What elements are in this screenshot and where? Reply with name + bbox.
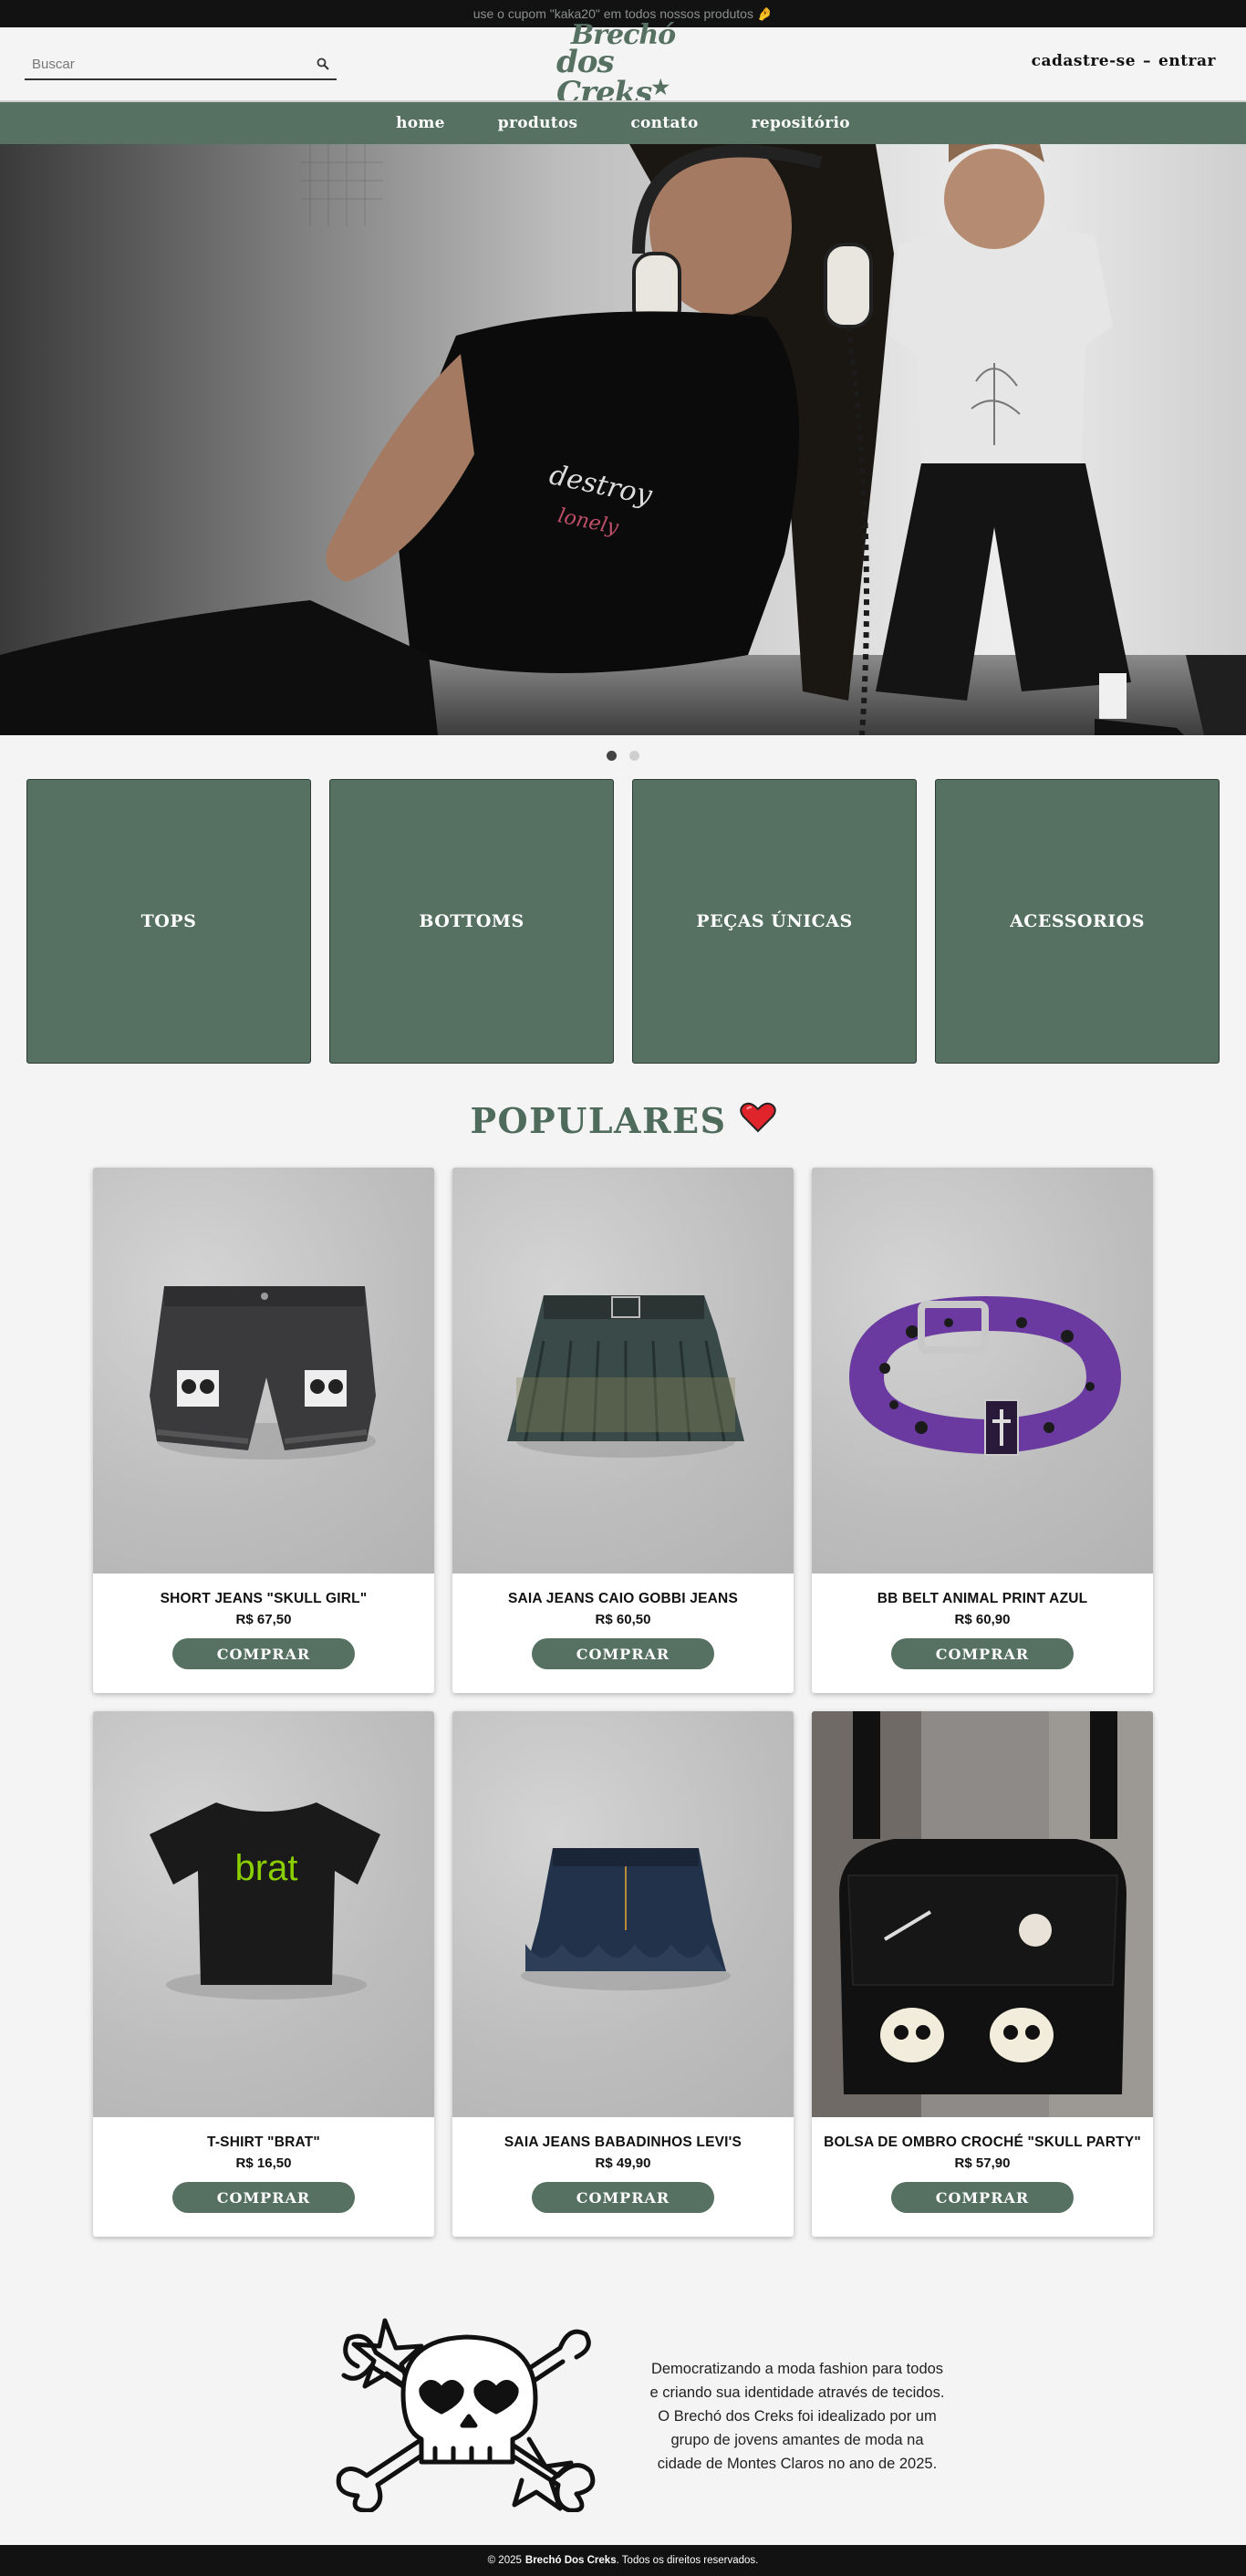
category-pecas-unicas[interactable]: PEÇAS ÚNICAS — [632, 779, 917, 1064]
crochet-bag-image — [812, 1711, 1153, 2117]
product-image[interactable] — [452, 1168, 794, 1574]
product-card[interactable]: BOLSA DE OMBRO CROCHÉ "SKULL PARTY" R$ 5… — [812, 1711, 1153, 2237]
product-name: T-SHIRT "BRAT" — [207, 2135, 320, 2150]
category-tiles: TOPS BOTTOMS PEÇAS ÚNICAS ACESSORIOS — [26, 779, 1220, 1064]
signup-link[interactable]: cadastre-se — [1032, 52, 1136, 70]
buy-button[interactable]: COMPRAR — [172, 1638, 355, 1669]
about-text: Democratizando a moda fashion para todos… — [639, 2357, 956, 2476]
buy-button[interactable]: COMPRAR — [532, 2182, 714, 2213]
nav-home[interactable]: home — [396, 114, 445, 132]
denim-skirt-image — [507, 1295, 744, 1458]
carousel-dot[interactable] — [629, 750, 639, 761]
buy-button[interactable]: COMPRAR — [532, 1638, 714, 1669]
auth-links: cadastre-se – entrar — [1032, 52, 1216, 70]
hero-banner[interactable]: destroy lonely — [0, 144, 1246, 735]
footer-copyright: © 2025 — [487, 2555, 522, 2566]
auth-separator: – — [1143, 52, 1152, 70]
product-info: BOLSA DE OMBRO CROCHÉ "SKULL PARTY" R$ 5… — [812, 2117, 1153, 2237]
about-line: grupo de jovens amantes de moda na — [670, 2432, 924, 2448]
product-price: R$ 60,50 — [595, 1612, 651, 1627]
footer-brand: Brechó Dos Creks — [524, 2555, 617, 2566]
hero-image: destroy lonely — [0, 144, 1246, 735]
product-image[interactable] — [812, 1168, 1153, 1574]
nav-contato[interactable]: contato — [630, 114, 698, 132]
category-label: ACESSORIOS — [1010, 911, 1145, 931]
category-bottoms[interactable]: BOTTOMS — [329, 779, 614, 1064]
about-section: Democratizando a moda fashion para todos… — [0, 2290, 1246, 2527]
logo[interactable]: Brechó dos Creks★ — [556, 21, 690, 109]
skull-crossbones-icon — [336, 2318, 596, 2512]
product-name: SAIA JEANS CAIO GOBBI JEANS — [507, 1591, 738, 1606]
category-label: TOPS — [140, 911, 197, 931]
about-line: e criando sua identidade através de teci… — [649, 2384, 945, 2401]
category-label: BOTTOMS — [419, 911, 524, 931]
product-image[interactable] — [452, 1711, 794, 2117]
product-info: T-SHIRT "BRAT" R$ 16,50 COMPRAR — [93, 2117, 434, 2237]
star-icon: ★ — [651, 75, 670, 99]
product-price: R$ 67,50 — [235, 1612, 292, 1627]
product-info: SAIA JEANS CAIO GOBBI JEANS R$ 60,50 COM… — [452, 1574, 794, 1693]
nav-produtos[interactable]: produtos — [498, 114, 578, 132]
denim-shorts-image — [150, 1286, 376, 1459]
product-card[interactable]: SHORT JEANS "SKULL GIRL" R$ 67,50 COMPRA… — [93, 1168, 434, 1693]
buy-button[interactable]: COMPRAR — [172, 2182, 355, 2213]
product-name: SHORT JEANS "SKULL GIRL" — [160, 1591, 368, 1606]
belt-image — [848, 1295, 1122, 1456]
product-price: R$ 49,90 — [595, 2155, 651, 2171]
popular-title: POPULARES — [470, 1099, 727, 1141]
product-image[interactable] — [93, 1168, 434, 1574]
product-image[interactable]: brat — [93, 1711, 434, 2117]
product-name: BB BELT ANIMAL PRINT AZUL — [877, 1591, 1088, 1606]
footer: © 2025 Brechó Dos Creks. Todos os direit… — [0, 2545, 1246, 2576]
product-card[interactable]: brat T-SHIRT "BRAT" R$ 16,50 COMPRAR — [93, 1711, 434, 2237]
about-line: O Brechó dos Creks foi idealizado por um — [658, 2408, 937, 2425]
carousel-dots — [0, 746, 1246, 764]
header: Brechó dos Creks★ cadastre-se – entrar — [0, 21, 1246, 109]
product-grid: SHORT JEANS "SKULL GIRL" R$ 67,50 COMPRA… — [93, 1168, 1153, 2237]
nav-repositorio[interactable]: repositório — [752, 114, 850, 132]
popular-heading: POPULARES — [0, 1097, 1246, 1143]
category-tops[interactable]: TOPS — [26, 779, 311, 1064]
mini-skirt-image — [521, 1848, 731, 1990]
product-info: SAIA JEANS BABADINHOS LEVI'S R$ 49,90 CO… — [452, 2117, 794, 2237]
search-icon[interactable] — [309, 50, 337, 78]
tshirt-print: brat — [235, 1848, 298, 1888]
product-name: SAIA JEANS BABADINHOS LEVI'S — [504, 2135, 742, 2150]
product-card[interactable]: SAIA JEANS CAIO GOBBI JEANS R$ 60,50 COM… — [452, 1168, 794, 1693]
main-nav: home produtos contato repositório — [0, 100, 1246, 144]
product-price: R$ 57,90 — [954, 2155, 1011, 2171]
login-link[interactable]: entrar — [1158, 52, 1216, 70]
search-input[interactable] — [25, 56, 309, 72]
tshirt-image: brat — [150, 1802, 380, 2000]
product-card[interactable]: BB BELT ANIMAL PRINT AZUL R$ 60,90 COMPR… — [812, 1168, 1153, 1693]
category-label: PEÇAS ÚNICAS — [696, 911, 853, 931]
buy-button[interactable]: COMPRAR — [891, 1638, 1074, 1669]
product-price: R$ 16,50 — [235, 2155, 292, 2171]
product-info: BB BELT ANIMAL PRINT AZUL R$ 60,90 COMPR… — [812, 1574, 1153, 1693]
product-info: SHORT JEANS "SKULL GIRL" R$ 67,50 COMPRA… — [93, 1574, 434, 1693]
product-name: BOLSA DE OMBRO CROCHÉ "SKULL PARTY" — [824, 2135, 1141, 2150]
footer-rights: . Todos os direitos reservados. — [616, 2555, 759, 2566]
product-price: R$ 60,90 — [954, 1612, 1011, 1627]
category-acessorios[interactable]: ACESSORIOS — [935, 779, 1220, 1064]
buy-button[interactable]: COMPRAR — [891, 2182, 1074, 2213]
heart-icon — [739, 1100, 776, 1141]
about-line: Democratizando a moda fashion para todos — [650, 2361, 944, 2377]
product-image[interactable] — [812, 1711, 1153, 2117]
search-bar — [25, 49, 337, 80]
carousel-dot[interactable] — [607, 750, 617, 761]
about-line: cidade de Montes Claros no ano de 2025. — [657, 2456, 938, 2472]
product-card[interactable]: SAIA JEANS BABADINHOS LEVI'S R$ 49,90 CO… — [452, 1711, 794, 2237]
